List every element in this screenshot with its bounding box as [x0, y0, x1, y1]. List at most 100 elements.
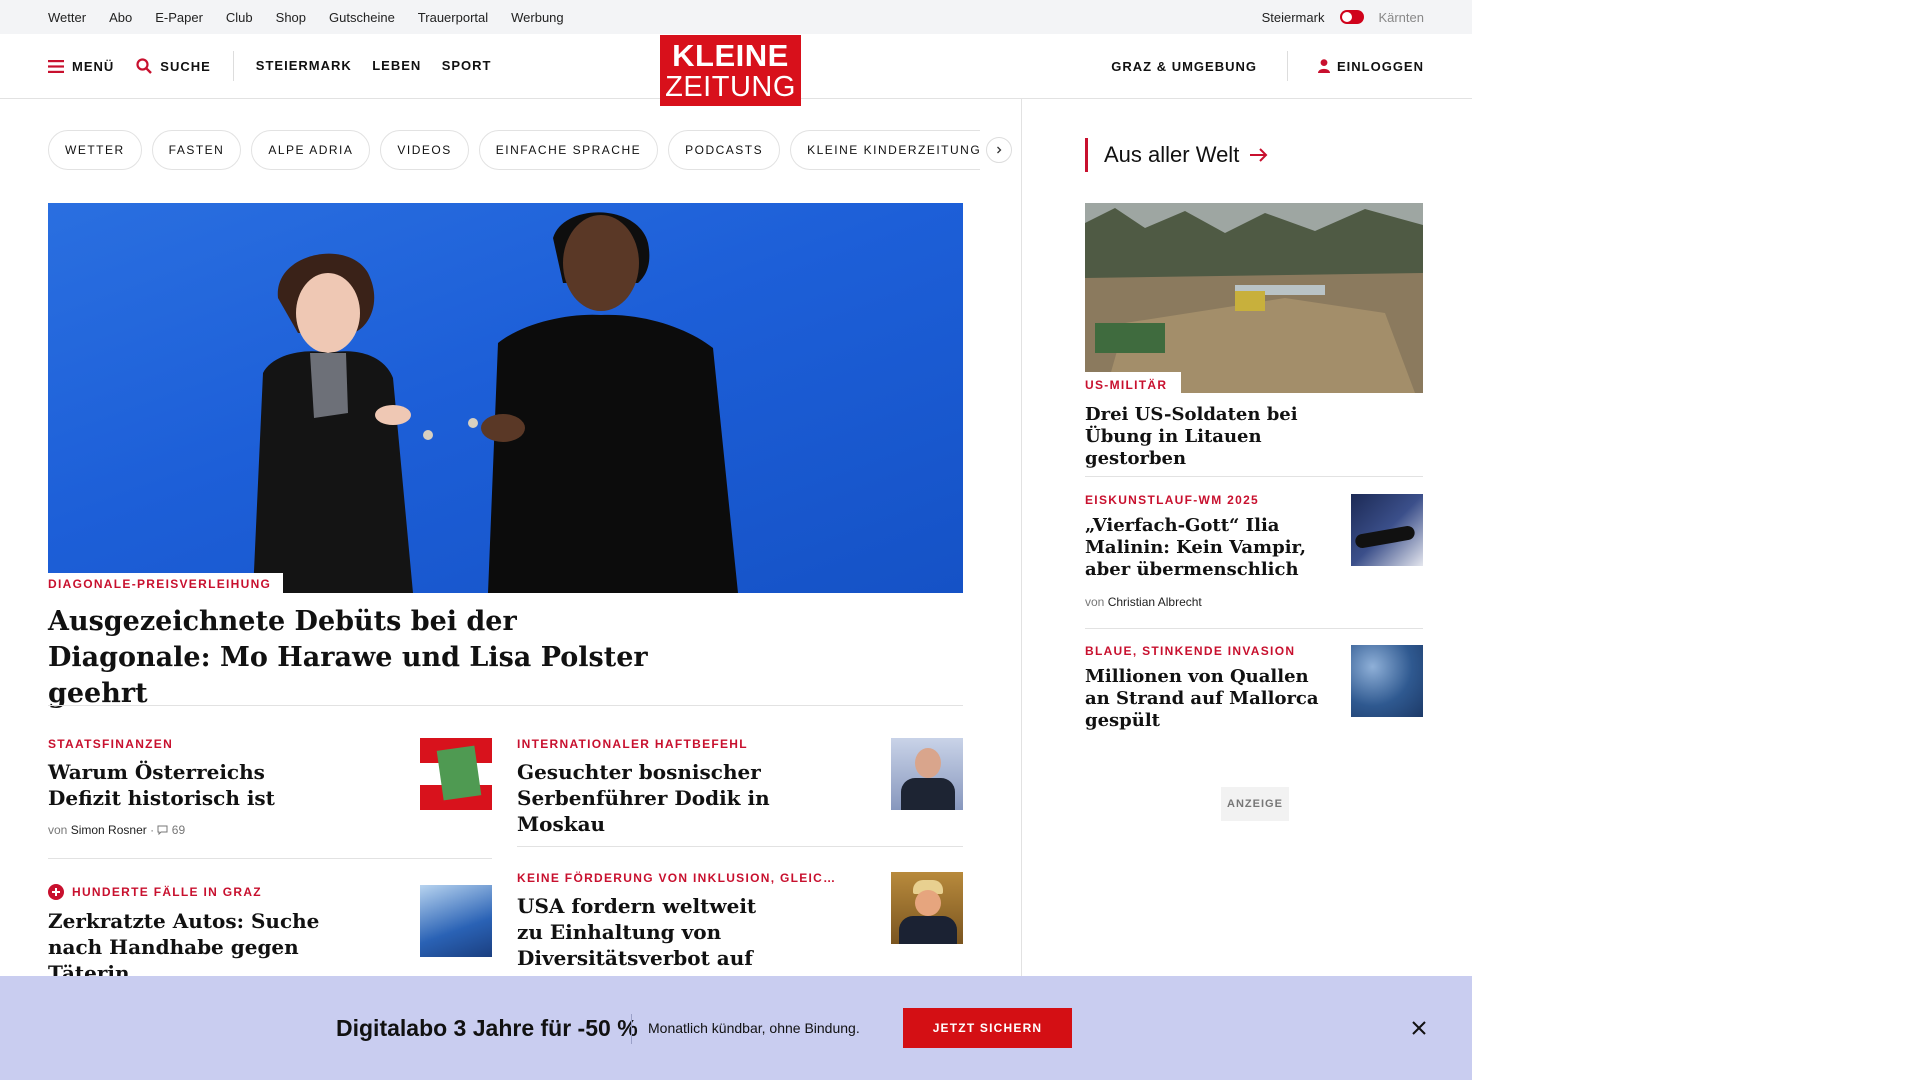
sidebar-thumbnail-malinin[interactable]: [1351, 494, 1423, 566]
hero-image[interactable]: [48, 203, 963, 593]
nav-steiermark[interactable]: STEIERMARK: [256, 58, 352, 73]
main-header: MENÜ SUCHE STEIERMARK LEBEN SPORT KLEINE…: [0, 34, 1472, 106]
utility-links: Wetter Abo E-Paper Club Shop Gutscheine …: [48, 0, 587, 34]
login-button[interactable]: EINLOGGEN: [1317, 58, 1424, 74]
story-divider-left: [48, 858, 492, 859]
comment-icon: [157, 825, 168, 836]
site-logo[interactable]: KLEINE ZEITUNG: [660, 35, 801, 106]
sidebar-divider-2: [1085, 628, 1423, 629]
promo-close-button[interactable]: [1407, 1016, 1431, 1040]
pills-scroll-right-button[interactable]: [986, 137, 1013, 163]
hero-kicker: DIAGONALE-PREISVERLEIHUNG: [48, 573, 284, 593]
utility-link-werbung[interactable]: Werbung: [511, 10, 564, 25]
utility-link-club[interactable]: Club: [226, 10, 253, 25]
story-card-diversitaet[interactable]: KEINE FÖRDERUNG VON INKLUSION, GLEIC… US…: [517, 871, 857, 971]
story-title: Gesuchter bosnischer Serbenführer Dodik …: [517, 760, 770, 836]
login-label: EINLOGGEN: [1336, 58, 1424, 74]
ad-label: ANZEIGE: [1221, 787, 1289, 821]
nav-sport[interactable]: SPORT: [442, 58, 492, 73]
pill-fasten[interactable]: FASTEN: [151, 130, 242, 170]
promo-headline: Digitalabo 3 Jahre für -50 %: [336, 1014, 638, 1041]
utility-link-abo[interactable]: Abo: [109, 10, 132, 25]
story-thumbnail-dodik[interactable]: [891, 738, 963, 810]
story-author[interactable]: Simon Rosner: [71, 823, 147, 837]
story-title: Warum Österreichs Defizit historisch ist: [48, 760, 275, 810]
region-steiermark[interactable]: Steiermark: [1262, 10, 1325, 25]
sidebar-divider-1: [1085, 476, 1423, 477]
story-card-staatsfinanzen[interactable]: STAATSFINANZEN Warum Österreichs Defizit…: [48, 737, 368, 837]
sidebar-item-author[interactable]: Christian Albrecht: [1108, 595, 1202, 609]
sidebar-thumbnail-quallen[interactable]: [1351, 645, 1423, 717]
utility-link-trauerportal[interactable]: Trauerportal: [418, 10, 488, 25]
story-thumbnail-staatsfinanzen[interactable]: [420, 738, 492, 810]
story-kicker-row: HUNDERTE FÄLLE IN GRAZ: [48, 884, 368, 900]
utility-link-shop[interactable]: Shop: [276, 10, 306, 25]
search-button[interactable]: SUCHE: [136, 58, 211, 74]
story-title: Zerkratzte Autos: Suche nach Handhabe ge…: [48, 909, 320, 985]
promo-divider: [631, 1014, 632, 1044]
sidebar-lead-image[interactable]: [1085, 203, 1423, 393]
comment-count[interactable]: 69: [172, 823, 185, 837]
section-header-aus-aller-welt[interactable]: Aus aller Welt: [1085, 138, 1269, 172]
sidebar-item-title: „Vierfach-Gott“ Ilia Malinin: Kein Vampi…: [1085, 515, 1306, 580]
local-edition-link[interactable]: GRAZ & UMGEBUNG: [1111, 59, 1257, 74]
story-thumbnail-autos[interactable]: [420, 885, 492, 957]
banknotes: [436, 745, 482, 801]
portrait-suit: [901, 778, 955, 810]
menu-button[interactable]: MENÜ: [48, 59, 114, 74]
pill-podcasts[interactable]: PODCASTS: [668, 130, 781, 170]
utility-link-epaper[interactable]: E-Paper: [155, 10, 203, 25]
hamburger-icon: [48, 59, 64, 73]
header-left: MENÜ SUCHE STEIERMARK LEBEN SPORT: [48, 34, 508, 98]
story-thumbnail-diversitaet[interactable]: [891, 872, 963, 944]
sidebar-item-title: Millionen von Quallen an Strand auf Mall…: [1085, 666, 1319, 731]
section-title: Aus aller Welt: [1104, 142, 1240, 167]
region-kaernten[interactable]: Kärnten: [1378, 10, 1424, 25]
promo-cta-button[interactable]: JETZT SICHERN: [903, 1008, 1072, 1048]
search-icon: [136, 58, 153, 74]
sidebar-lead-kicker: US-MILITÄR: [1085, 372, 1182, 393]
portrait-face: [915, 748, 941, 778]
byline-prefix: von: [1085, 595, 1105, 609]
pill-einfache-sprache[interactable]: EINFACHE SPRACHE: [478, 130, 659, 170]
chevron-right-icon: [997, 146, 1002, 154]
sidebar-lead-title[interactable]: Drei US-Soldaten bei Übung in Litauen ge…: [1085, 404, 1345, 470]
region-toggle[interactable]: [1340, 10, 1365, 24]
pill-videos[interactable]: VIDEOS: [380, 130, 469, 170]
plus-circle-icon: [48, 884, 64, 900]
meta-dot: ·: [150, 823, 155, 837]
header-divider: [232, 51, 234, 81]
promo-subline: Monatlich kündbar, ohne Bindung.: [648, 1020, 860, 1036]
portrait-suit: [899, 916, 957, 944]
byline-prefix: von: [48, 823, 68, 837]
utility-link-gutscheine[interactable]: Gutscheine: [329, 10, 395, 25]
header-divider-right: [1286, 51, 1288, 81]
story-meta: von Simon Rosner · 69: [48, 823, 368, 837]
menu-label: MENÜ: [72, 58, 115, 74]
pill-wetter[interactable]: WETTER: [48, 130, 142, 170]
close-icon: [1412, 1021, 1426, 1035]
main-nav: STEIERMARK LEBEN SPORT: [256, 57, 508, 75]
region-switch: Steiermark Kärnten: [1262, 0, 1424, 34]
story-card-autos[interactable]: HUNDERTE FÄLLE IN GRAZ Zerkratzte Autos:…: [48, 884, 368, 986]
story-kicker: KEINE FÖRDERUNG VON INKLUSION, GLEIC…: [517, 871, 837, 885]
utility-link-wetter[interactable]: Wetter: [48, 10, 86, 25]
portrait-face: [915, 890, 941, 916]
story-kicker: HUNDERTE FÄLLE IN GRAZ: [72, 885, 262, 899]
arrow-right-icon: [1250, 148, 1268, 162]
story-title: USA fordern weltweit zu Einhaltung von D…: [517, 894, 757, 970]
logo-line-2: ZEITUNG: [665, 71, 796, 103]
story-kicker: STAATSFINANZEN: [48, 737, 174, 751]
header-right: GRAZ & UMGEBUNG EINLOGGEN: [1111, 34, 1424, 98]
pill-kinderzeitung[interactable]: KLEINE KINDERZEITUNG: [790, 130, 981, 170]
nav-leben[interactable]: LEBEN: [372, 58, 421, 73]
hero-divider: [48, 705, 963, 706]
hero-title[interactable]: Ausgezeichnete Debüts bei der Diagonale:…: [48, 604, 688, 712]
column-divider: [1021, 98, 1022, 978]
story-card-dodik[interactable]: INTERNATIONALER HAFTBEFEHL Gesuchter bos…: [517, 737, 857, 837]
story-divider-right: [517, 846, 963, 847]
hero-photo: [253, 212, 738, 593]
pill-alpe-adria[interactable]: ALPE ADRIA: [251, 130, 371, 170]
story-kicker: INTERNATIONALER HAFTBEFEHL: [517, 737, 748, 751]
excavation-photo: [1085, 203, 1423, 393]
